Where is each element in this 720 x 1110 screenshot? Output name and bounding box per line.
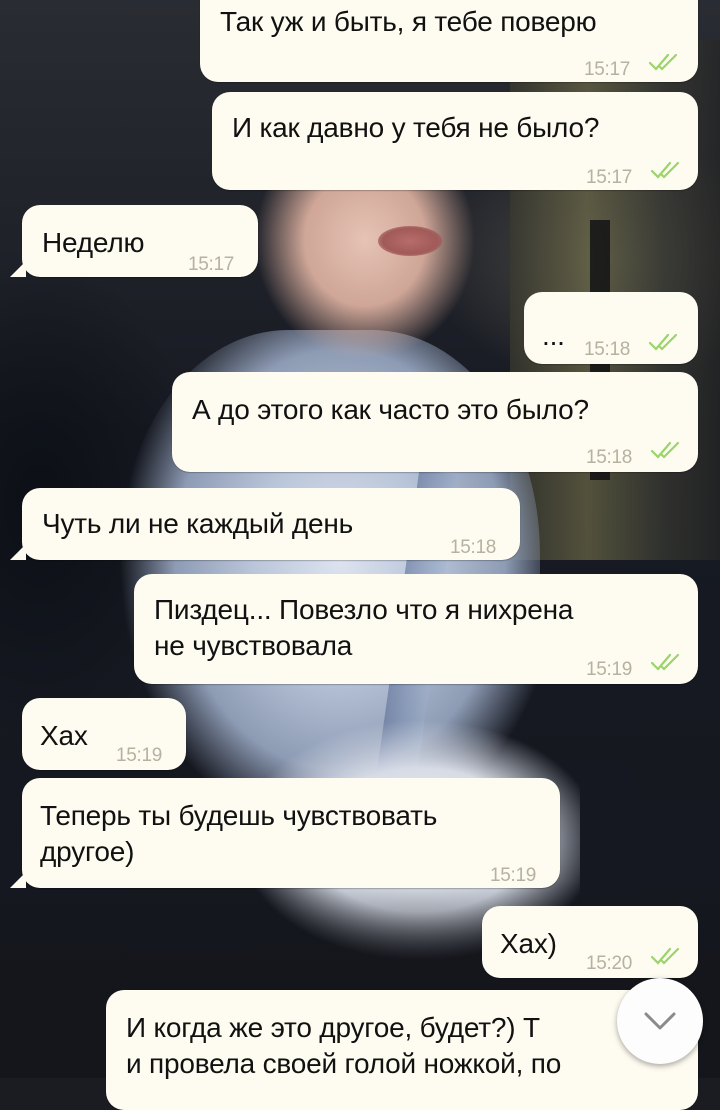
double-check-icon: [650, 441, 680, 459]
message-text: И как давно у тебя не было?: [232, 112, 600, 143]
message-outgoing[interactable]: А до этого как часто это было? 15:18: [172, 372, 698, 472]
bubble-tail: [10, 544, 26, 560]
message-time: 15:17: [188, 254, 235, 275]
message-time: 15:18: [450, 537, 497, 558]
double-check-icon: [650, 161, 680, 179]
message-text: Теперь ты будешь чувствовать другое): [40, 800, 438, 867]
message-time: 15:19: [116, 745, 163, 766]
double-check-icon: [648, 333, 678, 351]
message-text: А до этого как часто это было?: [192, 394, 589, 425]
scroll-down-button[interactable]: [617, 978, 703, 1064]
message-time: 15:19: [586, 659, 633, 680]
chevron-down-icon: [644, 1012, 676, 1030]
message-time: 15:19: [490, 865, 537, 886]
bubble-tail: [10, 261, 26, 277]
message-incoming[interactable]: Чуть ли не каждый день 15:18: [22, 488, 520, 560]
message-time: 15:17: [586, 167, 633, 188]
message-outgoing[interactable]: Так уж и быть, я тебе поверю 15:17: [200, 0, 698, 82]
message-text: Хах): [500, 928, 557, 959]
message-outgoing[interactable]: И когда же это другое, будет?) Т и прове…: [106, 990, 698, 1110]
message-incoming[interactable]: Теперь ты будешь чувствовать другое) 15:…: [22, 778, 560, 888]
message-outgoing[interactable]: Хах) 15:20: [482, 906, 698, 978]
message-time: 15:18: [586, 447, 633, 468]
message-outgoing[interactable]: И как давно у тебя не было? 15:17: [212, 92, 698, 190]
message-text: Пиздец... Повезло что я нихрена не чувст…: [154, 594, 574, 661]
message-outgoing[interactable]: ... 15:18: [524, 292, 698, 364]
bubble-tail: [10, 872, 26, 888]
message-text: Хах: [40, 720, 88, 751]
double-check-icon: [650, 653, 680, 671]
message-time: 15:20: [586, 953, 633, 974]
message-text: ...: [542, 320, 565, 351]
double-check-icon: [648, 53, 678, 71]
message-list[interactable]: Так уж и быть, я тебе поверю 15:17 И как…: [0, 0, 720, 1110]
message-text: Так уж и быть, я тебе поверю: [220, 6, 597, 37]
message-incoming[interactable]: Неделю 15:17: [22, 205, 258, 277]
message-text: Чуть ли не каждый день: [42, 508, 354, 539]
message-text: Неделю: [42, 227, 145, 258]
message-outgoing[interactable]: Пиздец... Повезло что я нихрена не чувст…: [134, 574, 698, 684]
message-time: 15:18: [584, 339, 631, 360]
message-incoming[interactable]: Хах 15:19: [22, 698, 186, 770]
message-text: И когда же это другое, будет?) Т и прове…: [126, 1012, 562, 1079]
message-time: 15:17: [584, 59, 631, 80]
double-check-icon: [650, 947, 680, 965]
